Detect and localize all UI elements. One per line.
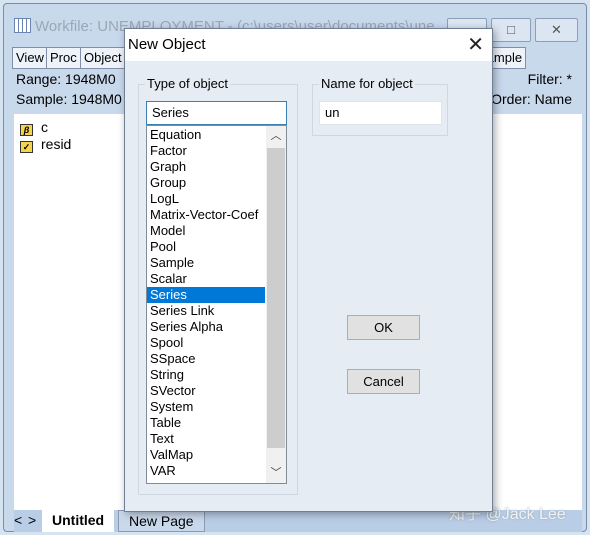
range-label: Range: 1948M0 [16,71,116,87]
type-option[interactable]: Text [147,431,265,447]
object-name: c [41,119,48,135]
series-icon: ✓ [20,141,33,153]
new-object-dialog: New Object ✕ Type of object Series Equati… [124,28,493,512]
tab-next-icon[interactable]: > [26,510,38,532]
tab-new-page[interactable]: New Page [118,510,205,532]
name-group-label: Name for object [319,76,415,91]
type-option[interactable]: SSpace [147,351,265,367]
close-icon[interactable]: ✕ [467,29,484,61]
beta-coef-icon: β [20,124,33,136]
type-option[interactable]: ValMap [147,447,265,463]
type-option[interactable]: Equation [147,127,265,143]
type-listbox[interactable]: Equation Factor Graph Group LogL Matrix-Vecto… [146,125,287,484]
tab-untitled[interactable]: Untitled [42,510,115,532]
type-option[interactable]: LogL [147,191,265,207]
cancel-button[interactable]: Cancel [347,369,420,394]
type-option[interactable]: VAR [147,463,265,479]
scroll-down-icon[interactable]: ﹀ [266,463,286,483]
tab-prev-icon[interactable]: < [12,510,24,532]
type-option[interactable]: Pool [147,239,265,255]
object-item[interactable]: ✓ resid [20,136,71,153]
type-option[interactable]: System [147,399,265,415]
object-name: resid [41,136,72,152]
object-item[interactable]: βc [20,119,48,136]
toolbar-object[interactable]: Object [80,47,126,69]
type-option[interactable]: Matrix-Vector-Coef [147,207,265,223]
type-option[interactable]: Factor [147,143,265,159]
type-input[interactable]: Series [146,101,287,125]
type-option[interactable]: SVector [147,383,265,399]
type-option[interactable]: Series Alpha [147,319,265,335]
toolbar-proc[interactable]: Proc [46,47,81,69]
type-option[interactable]: Graph [147,159,265,175]
type-option[interactable]: Sample [147,255,265,271]
name-input[interactable]: un [319,101,442,125]
type-option[interactable]: Spool [147,335,265,351]
type-option[interactable]: Model [147,223,265,239]
type-option[interactable]: Scalar [147,271,265,287]
workfile-icon [14,18,31,33]
maximize-button[interactable]: □ [491,18,531,42]
close-window-button[interactable]: ✕ [535,18,578,42]
type-option[interactable]: Series [147,287,265,303]
filter-label[interactable]: Filter: * [528,71,572,87]
type-group-label: Type of object [145,76,230,91]
type-option[interactable]: String [147,367,265,383]
sample-label: Sample: 1948M0 [16,91,122,107]
type-option[interactable]: Table [147,415,265,431]
scrollbar[interactable]: ︿ ﹀ [266,126,286,483]
scroll-thumb[interactable] [267,148,285,448]
ok-button[interactable]: OK [347,315,420,340]
type-option[interactable]: Group [147,175,265,191]
scroll-up-icon[interactable]: ︿ [266,126,286,146]
type-option[interactable]: Series Link [147,303,265,319]
dialog-title-bar: New Object ✕ [125,29,492,61]
toolbar-view[interactable]: View [12,47,48,69]
dialog-title: New Object [128,36,206,53]
order-label[interactable]: Order: Name [491,91,572,107]
